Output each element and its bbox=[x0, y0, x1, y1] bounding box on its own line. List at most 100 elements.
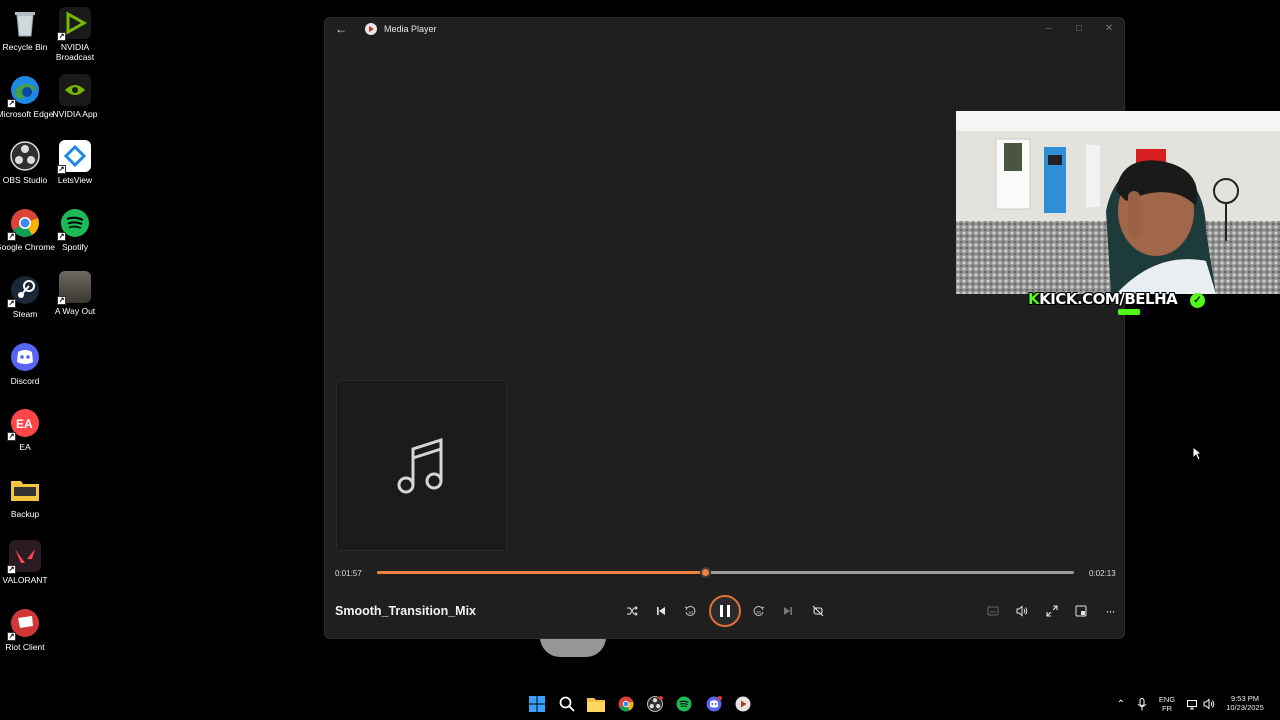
mini-player-icon bbox=[1075, 605, 1087, 617]
show-hidden-icons-button[interactable]: ⌃ bbox=[1111, 694, 1131, 714]
microphone-button[interactable] bbox=[1132, 694, 1152, 714]
desktop-icon-nvidia-app[interactable]: NVIDIA App bbox=[49, 74, 101, 119]
taskbar-discord[interactable] bbox=[704, 694, 724, 714]
more-options-button[interactable]: ··· bbox=[1102, 603, 1118, 619]
forward-30-button[interactable]: 30 bbox=[751, 603, 767, 619]
taskbar-search-button[interactable] bbox=[557, 694, 577, 714]
skip-previous-icon bbox=[657, 607, 665, 615]
chrome-icon bbox=[618, 696, 634, 712]
pause-button[interactable] bbox=[709, 595, 741, 627]
input-language[interactable]: ENG FR bbox=[1155, 695, 1179, 713]
shuffle-button[interactable] bbox=[624, 603, 640, 619]
mini-player-button[interactable] bbox=[1073, 603, 1089, 619]
desktop-icon-label: NVIDIA Broadcast bbox=[55, 42, 95, 62]
letsview-icon: ↗ bbox=[57, 140, 91, 174]
forward-30-icon: 30 bbox=[753, 605, 765, 616]
taskbar-file-explorer[interactable] bbox=[586, 694, 606, 714]
windows-icon bbox=[529, 696, 545, 712]
music-note-icon bbox=[397, 437, 443, 494]
captions-button[interactable] bbox=[985, 603, 1001, 619]
spotify-icon: ↗ bbox=[57, 207, 91, 241]
spotify-icon bbox=[676, 696, 692, 712]
chrome-icon: ↗ bbox=[7, 207, 41, 241]
minimize-icon: – bbox=[1046, 23, 1052, 34]
repeat-button[interactable] bbox=[810, 603, 826, 619]
desktop-icon-label: Spotify bbox=[62, 242, 88, 252]
desktop-icon-label: NVIDIA App bbox=[52, 109, 98, 119]
obs-icon bbox=[647, 696, 663, 712]
desktop-icon-spotify[interactable]: ↗ Spotify bbox=[49, 207, 101, 252]
maximize-button[interactable]: □ bbox=[1072, 22, 1086, 36]
captions-icon bbox=[987, 606, 999, 616]
clock[interactable]: 9:53 PM 10/23/2025 bbox=[1222, 694, 1268, 712]
back-button[interactable]: ← bbox=[334, 22, 348, 36]
taskbar-obs[interactable] bbox=[645, 694, 665, 714]
previous-button[interactable] bbox=[653, 603, 669, 619]
keyboard-layout: FR bbox=[1162, 704, 1172, 713]
discord-icon bbox=[9, 341, 41, 373]
total-duration: 0:02:13 bbox=[1089, 569, 1116, 578]
svg-text:10: 10 bbox=[688, 610, 694, 615]
folder-icon bbox=[9, 474, 41, 506]
desktop-icon-nvidia-broadcast[interactable]: ↗ NVIDIA Broadcast bbox=[49, 7, 101, 62]
minimize-button[interactable]: – bbox=[1042, 22, 1056, 36]
taskbar-chrome[interactable] bbox=[616, 694, 636, 714]
desktop-icon-label: Backup bbox=[10, 509, 40, 519]
close-button[interactable]: ✕ bbox=[1102, 22, 1116, 36]
seek-bar-thumb[interactable] bbox=[699, 567, 711, 578]
desktop-icon-label: Riot Client bbox=[5, 642, 45, 652]
pause-icon bbox=[720, 605, 730, 617]
desktop-icon-label: EA bbox=[19, 442, 31, 452]
ea-icon: EA ↗ bbox=[7, 407, 41, 441]
desktop-icon-ea[interactable]: EA ↗ EA bbox=[0, 407, 51, 452]
desktop-icon-obs[interactable]: OBS Studio bbox=[0, 140, 51, 185]
webcam-channel-label: KKICK.COM/BELHA bbox=[1028, 290, 1178, 308]
folder-icon bbox=[587, 697, 605, 712]
start-button[interactable] bbox=[527, 694, 547, 714]
taskbar-spotify[interactable] bbox=[674, 694, 694, 714]
mouse-cursor bbox=[1192, 445, 1203, 466]
desktop-icon-recycle-bin[interactable]: Recycle Bin bbox=[0, 7, 51, 52]
rewind-10-button[interactable]: 10 bbox=[682, 603, 698, 619]
volume-icon bbox=[1016, 605, 1028, 617]
expand-icon bbox=[1046, 605, 1058, 617]
verified-check-icon: ✓ bbox=[1190, 293, 1205, 308]
background-window-edge bbox=[540, 637, 606, 657]
desktop-icon-steam[interactable]: ↗ Steam bbox=[0, 274, 51, 319]
kick-logo: K bbox=[1028, 290, 1040, 308]
language-code: ENG bbox=[1158, 695, 1176, 704]
close-icon: ✕ bbox=[1104, 23, 1114, 34]
taskbar-media-player[interactable] bbox=[733, 694, 753, 714]
webcam-feed bbox=[956, 111, 1280, 294]
obs-icon bbox=[9, 140, 41, 172]
volume-button[interactable] bbox=[1014, 603, 1030, 619]
maximize-icon: □ bbox=[1075, 23, 1083, 34]
desktop-icon-label: LetsView bbox=[57, 175, 93, 185]
desktop-icon-riot-client[interactable]: ↗ Riot Client bbox=[0, 607, 51, 652]
desktop-icon-discord[interactable]: Discord bbox=[0, 341, 51, 386]
steam-icon: ↗ bbox=[7, 274, 41, 308]
webcam-overlay bbox=[956, 111, 1280, 294]
valorant-icon: ↗ bbox=[7, 540, 41, 574]
desktop-icon-label: Discord bbox=[10, 376, 40, 386]
elapsed-time: 0:01:57 bbox=[335, 569, 362, 578]
nvidia-broadcast-icon: ↗ bbox=[57, 7, 91, 41]
desktop-icon-backup[interactable]: Backup bbox=[0, 474, 51, 519]
desktop-icon-chrome[interactable]: ↗ Google Chrome bbox=[0, 207, 55, 252]
window-title: Media Player bbox=[384, 24, 437, 34]
desktop-icon-letsview[interactable]: ↗ LetsView bbox=[49, 140, 101, 185]
next-button[interactable] bbox=[780, 603, 796, 619]
volume-tray-button[interactable] bbox=[1199, 694, 1219, 714]
seek-bar[interactable] bbox=[377, 567, 1074, 578]
more-icon: ··· bbox=[1105, 604, 1116, 618]
desktop-icon-valorant[interactable]: ↗ VALORANT bbox=[0, 540, 51, 585]
desktop-icon-edge[interactable]: ↗ Microsoft Edge bbox=[0, 74, 53, 119]
desktop-icon-a-way-out[interactable]: ↗ A Way Out bbox=[49, 271, 101, 316]
edge-icon: ↗ bbox=[7, 74, 41, 108]
svg-text:30: 30 bbox=[756, 610, 762, 615]
chevron-up-icon: ⌃ bbox=[1116, 698, 1126, 710]
microphone-icon bbox=[1137, 697, 1147, 710]
search-icon bbox=[559, 696, 575, 712]
fullscreen-button[interactable] bbox=[1044, 603, 1060, 619]
title-bar: ← Media Player – □ ✕ bbox=[325, 18, 1124, 40]
